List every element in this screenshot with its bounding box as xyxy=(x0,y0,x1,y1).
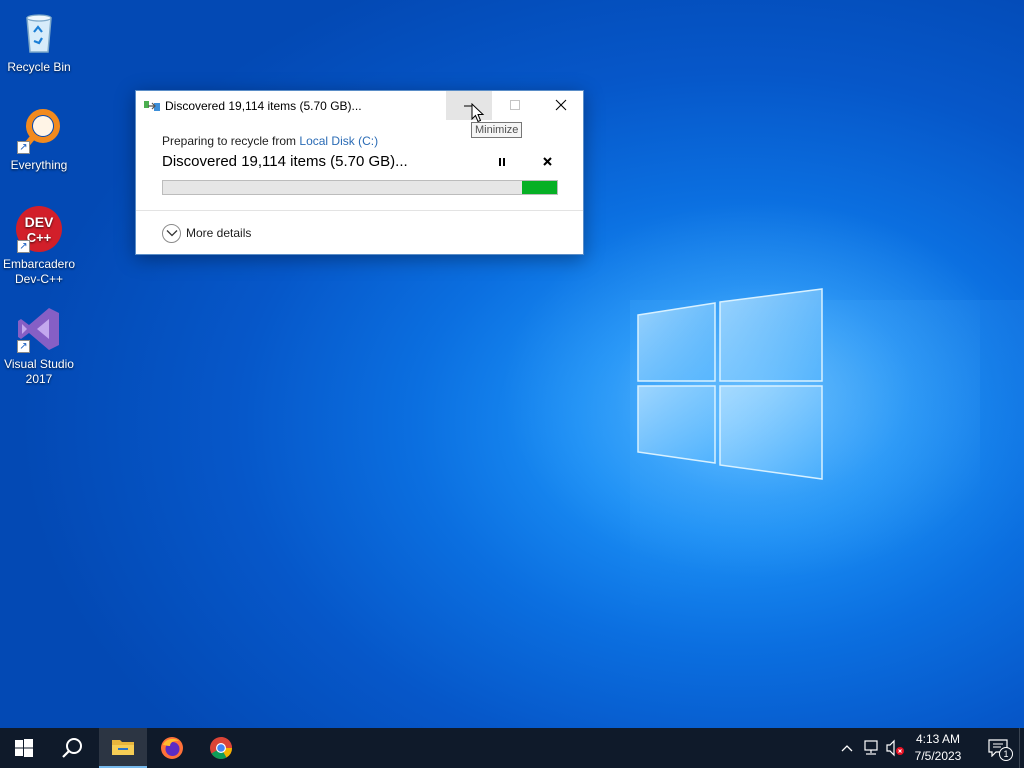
search-icon xyxy=(62,738,82,758)
search-button[interactable] xyxy=(48,728,96,768)
maximize-icon xyxy=(510,100,520,110)
svg-text:C++: C++ xyxy=(27,230,52,245)
desktop-icon-label: Recycle Bin xyxy=(7,60,71,74)
devcpp-icon: DEV C++ ↗ xyxy=(15,205,63,253)
taskbar-firefox[interactable] xyxy=(148,728,196,768)
minimize-button[interactable] xyxy=(446,91,492,120)
dialog-title: Discovered 19,114 items (5.70 GB)... xyxy=(165,99,362,113)
recycle-progress-dialog: Discovered 19,114 items (5.70 GB)... Min… xyxy=(135,90,584,255)
volume-button[interactable] xyxy=(884,728,906,768)
taskbar-chrome[interactable] xyxy=(197,728,245,768)
windows-start-icon xyxy=(15,739,33,757)
network-button[interactable] xyxy=(860,728,882,768)
cancel-icon xyxy=(543,157,552,166)
minimize-tooltip: Minimize xyxy=(471,122,523,138)
desktop-icon-visual-studio[interactable]: ↗ Visual Studio 2017 xyxy=(2,305,76,387)
start-button[interactable] xyxy=(0,728,48,768)
desktop-icon-recycle-bin[interactable]: Recycle Bin xyxy=(2,8,76,75)
svg-text:DEV: DEV xyxy=(25,214,54,230)
maximize-button[interactable] xyxy=(492,91,538,120)
clock-time: 4:13 AM xyxy=(915,732,961,746)
mouse-pointer-icon xyxy=(471,103,485,123)
progress-bar xyxy=(162,180,558,195)
system-clock[interactable]: 4:13 AM 7/5/2023 xyxy=(904,731,972,765)
local-disk-link[interactable]: Local Disk (C:) xyxy=(299,134,378,148)
more-details-label: More details xyxy=(186,226,252,240)
visual-studio-icon: ↗ xyxy=(15,305,63,353)
shortcut-arrow-icon: ↗ xyxy=(17,240,30,253)
shortcut-arrow-icon: ↗ xyxy=(17,141,30,154)
show-hidden-icons-button[interactable] xyxy=(838,728,856,768)
chrome-icon xyxy=(210,737,232,759)
pause-icon xyxy=(499,158,505,166)
taskbar-file-explorer[interactable] xyxy=(99,728,147,768)
discovery-status: Discovered 19,114 items (5.70 GB)... xyxy=(162,153,408,170)
show-desktop-button[interactable] xyxy=(1019,728,1024,768)
close-button[interactable] xyxy=(537,91,583,120)
desktop-icon-label: Visual Studio 2017 xyxy=(4,357,74,386)
windows-wallpaper-logo xyxy=(637,288,823,480)
dialog-titlebar[interactable]: Discovered 19,114 items (5.70 GB)... xyxy=(136,91,583,121)
chevron-up-icon xyxy=(841,745,853,752)
everything-search-icon: ↗ xyxy=(15,106,63,154)
desktop-icon-label: Embarcadero Dev-C++ xyxy=(2,257,76,286)
desktop-icon-everything[interactable]: ↗ Everything xyxy=(2,106,76,173)
clock-date: 7/5/2023 xyxy=(914,749,962,763)
file-transfer-icon xyxy=(144,101,160,111)
notification-count-badge: 1 xyxy=(999,747,1013,761)
firefox-icon xyxy=(161,737,183,759)
more-details-toggle[interactable]: More details xyxy=(162,222,251,244)
recycle-source-prefix: Preparing to recycle from xyxy=(162,134,300,148)
action-center-button[interactable]: 1 xyxy=(978,728,1018,768)
recycle-source-text: Preparing to recycle from Local Disk (C:… xyxy=(162,134,378,148)
taskbar: 4:13 AM 7/5/2023 1 xyxy=(0,728,1024,768)
file-explorer-icon xyxy=(112,740,134,755)
pause-button[interactable] xyxy=(492,153,512,171)
dialog-divider xyxy=(136,210,583,211)
desktop-icon-devcpp[interactable]: DEV C++ ↗ Embarcadero Dev-C++ xyxy=(2,205,76,287)
close-icon xyxy=(555,99,567,111)
desktop-icon-label: Everything xyxy=(10,158,68,172)
shortcut-arrow-icon: ↗ xyxy=(17,340,30,353)
chevron-down-icon xyxy=(162,223,181,243)
recycle-bin-icon xyxy=(15,8,63,56)
progress-bar-fill xyxy=(521,181,557,194)
volume-muted-icon xyxy=(886,739,904,757)
network-icon xyxy=(864,740,878,755)
cancel-button[interactable] xyxy=(538,153,558,171)
minimize-icon xyxy=(464,105,474,107)
